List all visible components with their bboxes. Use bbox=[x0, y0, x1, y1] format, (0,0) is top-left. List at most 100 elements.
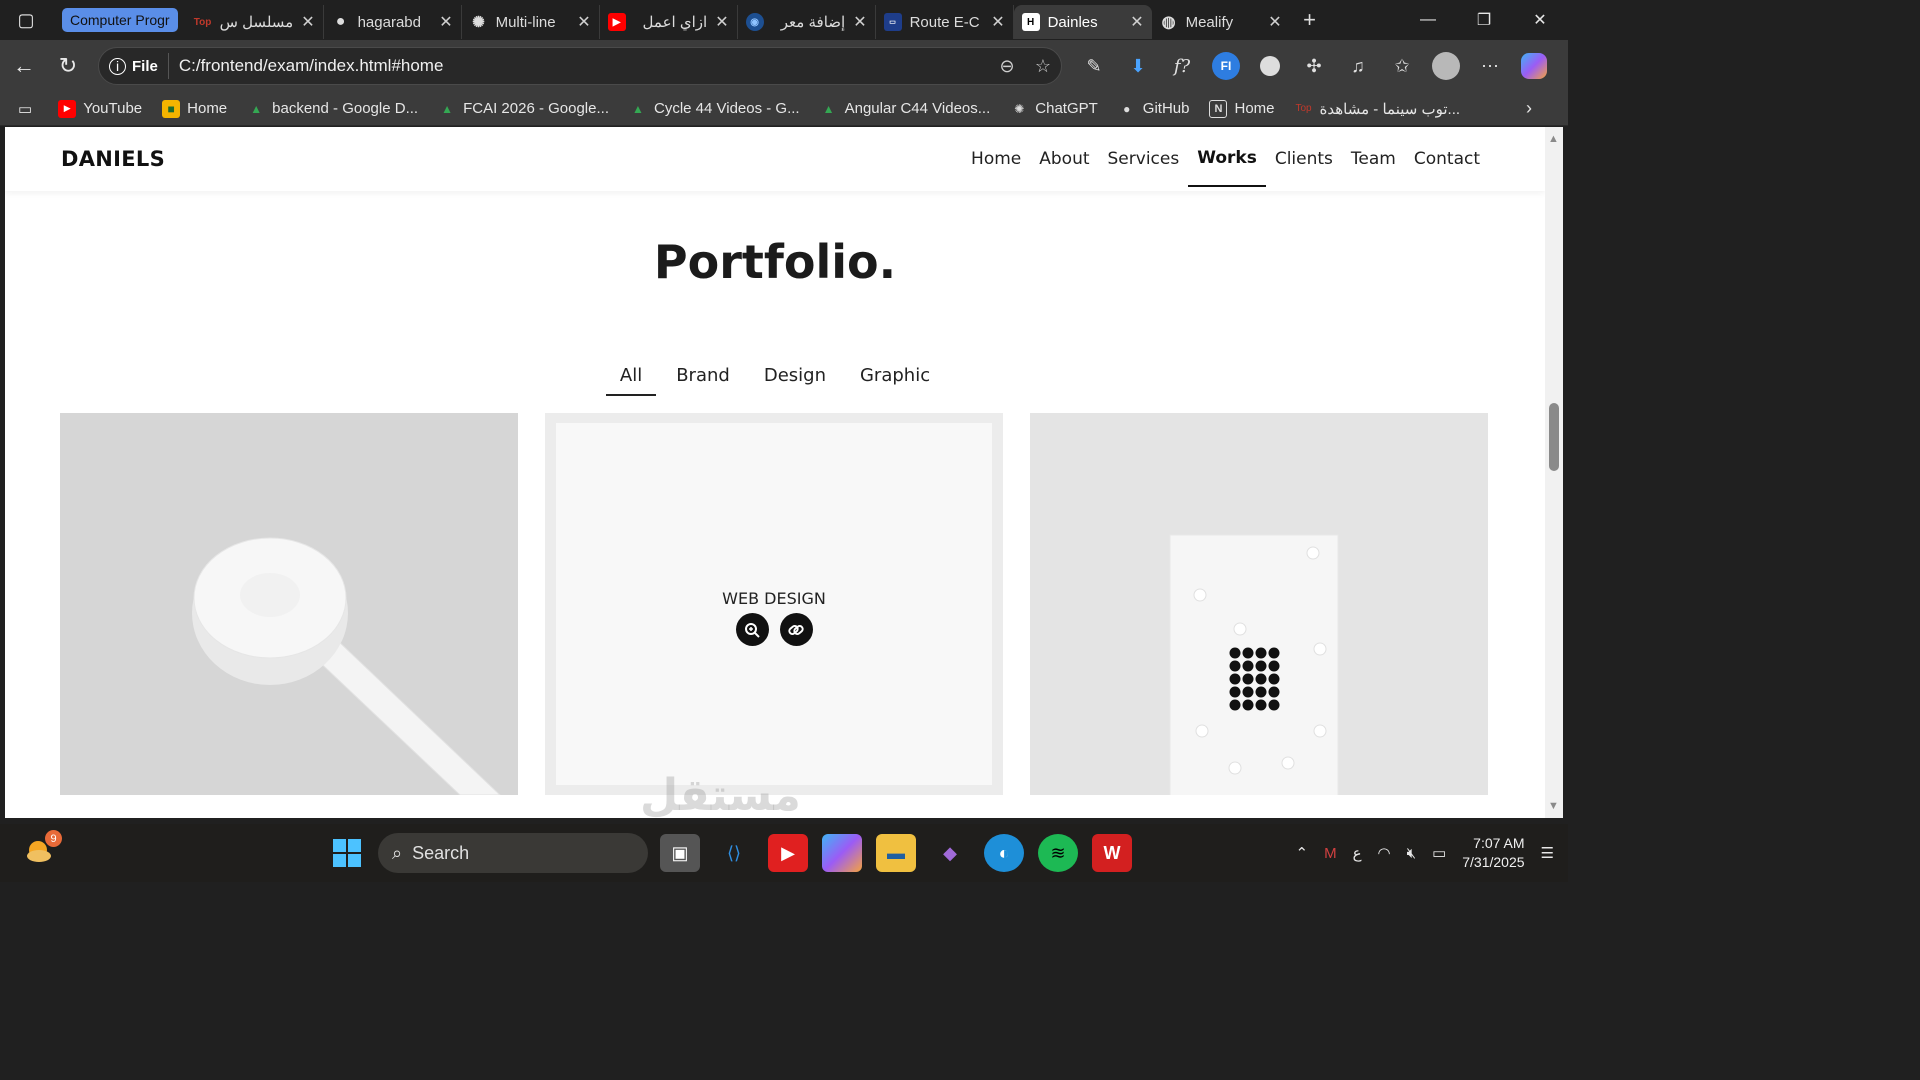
bookmark-item[interactable]: ▶ YouTube bbox=[58, 99, 142, 118]
browser-tab[interactable]: ▭ Route E-C ✕ bbox=[876, 5, 1014, 39]
vscode-icon[interactable]: ⟨⟩ bbox=[714, 834, 754, 872]
filter-all[interactable]: All bbox=[605, 361, 657, 396]
portfolio-item-business-card[interactable] bbox=[1030, 413, 1488, 795]
tab-label: Route E-C bbox=[909, 13, 980, 31]
close-icon[interactable]: ✕ bbox=[1268, 12, 1281, 32]
favorites-icon[interactable]: ✩ bbox=[1380, 46, 1424, 86]
task-view-icon[interactable]: ▣ bbox=[660, 834, 700, 872]
browser-tab[interactable]: Top مسلسل س ✕ bbox=[186, 5, 324, 39]
close-icon[interactable]: ✕ bbox=[715, 12, 728, 32]
favorite-star-icon[interactable]: ☆ bbox=[1025, 56, 1061, 77]
bookmark-item[interactable]: ▲ backend - Google D... bbox=[247, 100, 418, 118]
extensions-row: ✎ ⬇ f? FI ✣ ♫ ✩ ⋯ bbox=[1072, 40, 1556, 92]
eyedropper-icon[interactable]: ✎ bbox=[1072, 46, 1116, 86]
scroll-up-icon[interactable]: ▲ bbox=[1548, 133, 1559, 145]
restore-icon[interactable]: ❐ bbox=[1456, 0, 1512, 40]
filter-design[interactable]: Design bbox=[750, 361, 840, 396]
chevron-right-icon[interactable]: › bbox=[1526, 98, 1532, 119]
url-text[interactable]: C:/frontend/exam/index.html#home bbox=[179, 56, 989, 76]
close-icon[interactable]: ✕ bbox=[853, 12, 866, 32]
profile-avatar-icon[interactable] bbox=[1424, 46, 1468, 86]
wifi-icon[interactable]: ◠ bbox=[1378, 844, 1391, 862]
windows-start-icon[interactable] bbox=[333, 839, 361, 867]
nav-clients[interactable]: Clients bbox=[1266, 132, 1342, 187]
new-tab-button[interactable]: + bbox=[1290, 0, 1330, 40]
pattern-dot bbox=[1242, 699, 1254, 711]
extension-fi-icon[interactable]: FI bbox=[1204, 46, 1248, 86]
browser-tab[interactable]: ▶ ازاي اعمل ✕ bbox=[600, 5, 738, 39]
edge-icon[interactable]: ◐ bbox=[984, 834, 1024, 872]
bookmark-item[interactable]: ● GitHub bbox=[1118, 100, 1189, 118]
bookmark-item[interactable]: ✺ ChatGPT bbox=[1010, 100, 1098, 118]
back-icon[interactable]: ← bbox=[2, 46, 46, 86]
spotify-icon[interactable]: ≋ bbox=[1038, 834, 1078, 872]
portfolio-item-charger[interactable] bbox=[60, 413, 518, 795]
close-icon[interactable]: ✕ bbox=[301, 12, 314, 32]
nav-services[interactable]: Services bbox=[1099, 132, 1189, 187]
collections-icon[interactable]: ▭ bbox=[18, 100, 32, 118]
address-bar[interactable]: i File C:/frontend/exam/index.html#home … bbox=[98, 47, 1062, 85]
bookmark-item[interactable]: ▲ Cycle 44 Videos - G... bbox=[629, 100, 800, 118]
extension-round-icon[interactable] bbox=[1248, 46, 1292, 86]
github-icon: ● bbox=[335, 13, 346, 30]
minimize-icon[interactable]: — bbox=[1400, 0, 1456, 40]
bookmark-item[interactable]: ■ Home bbox=[162, 99, 227, 118]
copilot-icon[interactable] bbox=[1512, 46, 1556, 86]
site-info-button[interactable]: i File bbox=[99, 53, 169, 79]
close-icon[interactable]: ✕ bbox=[1130, 12, 1143, 32]
close-icon[interactable]: ✕ bbox=[439, 12, 452, 32]
pattern-dot bbox=[1268, 686, 1280, 698]
font-finder-icon[interactable]: f? bbox=[1160, 46, 1204, 86]
nav-home[interactable]: Home bbox=[962, 132, 1030, 187]
pattern-dot bbox=[1268, 699, 1280, 711]
input-language[interactable]: ع bbox=[1353, 844, 1362, 862]
page-scrollbar[interactable]: ▲ ▼ bbox=[1545, 127, 1563, 818]
browser-tab[interactable]: ◍ Mealify ✕ bbox=[1152, 5, 1290, 39]
filter-brand[interactable]: Brand bbox=[662, 361, 744, 396]
zoom-icon[interactable]: ⊖ bbox=[989, 56, 1025, 77]
bookmark-item[interactable]: Top توب سينما - مشاهدة... bbox=[1295, 100, 1460, 118]
file-explorer-icon[interactable]: ▬ bbox=[876, 834, 916, 872]
browser-tab[interactable]: ◉ إضافة معر ✕ bbox=[738, 5, 876, 39]
browser-tab-active[interactable]: H Dainles ✕ bbox=[1013, 5, 1152, 39]
nav-team[interactable]: Team bbox=[1342, 132, 1405, 187]
close-icon[interactable]: ✕ bbox=[991, 12, 1004, 32]
portfolio-item-web-design[interactable]: WEB DESIGN bbox=[545, 413, 1003, 795]
zoom-in-icon[interactable] bbox=[735, 613, 769, 646]
bookmark-item[interactable]: N Home bbox=[1209, 99, 1275, 118]
nav-about[interactable]: About bbox=[1030, 132, 1098, 187]
browser-tab[interactable]: ✺ Multi-line ✕ bbox=[462, 5, 600, 39]
media-control-icon[interactable]: ♫ bbox=[1336, 46, 1380, 86]
weather-widget[interactable]: 9 bbox=[24, 830, 62, 866]
visual-studio-icon[interactable]: ◆ bbox=[930, 834, 970, 872]
nav-works[interactable]: Works bbox=[1188, 132, 1266, 187]
tab-actions-icon[interactable]: ▢ bbox=[0, 0, 52, 40]
browser-tab[interactable]: ● hagarabd ✕ bbox=[324, 5, 462, 39]
close-window-icon[interactable]: ✕ bbox=[1512, 0, 1568, 40]
tab-label: مسلسل س bbox=[219, 14, 294, 31]
reload-icon[interactable]: ↻ bbox=[46, 46, 90, 86]
gmail-icon[interactable]: M bbox=[1324, 845, 1337, 862]
tab-group-label[interactable]: Computer Progr bbox=[62, 8, 178, 32]
extensions-puzzle-icon[interactable]: ✣ bbox=[1292, 46, 1336, 86]
chevron-up-icon[interactable]: ⌃ bbox=[1295, 844, 1308, 862]
battery-icon[interactable]: ▭ bbox=[1432, 844, 1446, 862]
clock[interactable]: 7:07 AM 7/31/2025 bbox=[1462, 834, 1524, 872]
scroll-down-icon[interactable]: ▼ bbox=[1548, 800, 1559, 812]
filter-graphic[interactable]: Graphic bbox=[846, 361, 944, 396]
notifications-icon[interactable]: ☰ bbox=[1541, 844, 1554, 862]
close-icon[interactable]: ✕ bbox=[577, 12, 590, 32]
youtube-app-icon[interactable]: ▶ bbox=[768, 834, 808, 872]
volume-muted-icon[interactable]: 🔇︎ bbox=[1407, 845, 1416, 862]
wps-office-icon[interactable]: W bbox=[1092, 834, 1132, 872]
nav-contact[interactable]: Contact bbox=[1405, 132, 1489, 187]
bookmark-item[interactable]: ▲ FCAI 2026 - Google... bbox=[438, 100, 609, 118]
taskbar-search[interactable]: ⌕ Search bbox=[378, 833, 648, 873]
site-brand[interactable]: DANIELS bbox=[61, 147, 165, 171]
bookmark-item[interactable]: ▲ Angular C44 Videos... bbox=[820, 100, 991, 118]
scroll-thumb[interactable] bbox=[1549, 403, 1559, 471]
more-menu-icon[interactable]: ⋯ bbox=[1468, 46, 1512, 86]
copilot-app-icon[interactable] bbox=[822, 834, 862, 872]
link-icon[interactable] bbox=[779, 613, 813, 646]
download-icon[interactable]: ⬇ bbox=[1116, 46, 1160, 86]
